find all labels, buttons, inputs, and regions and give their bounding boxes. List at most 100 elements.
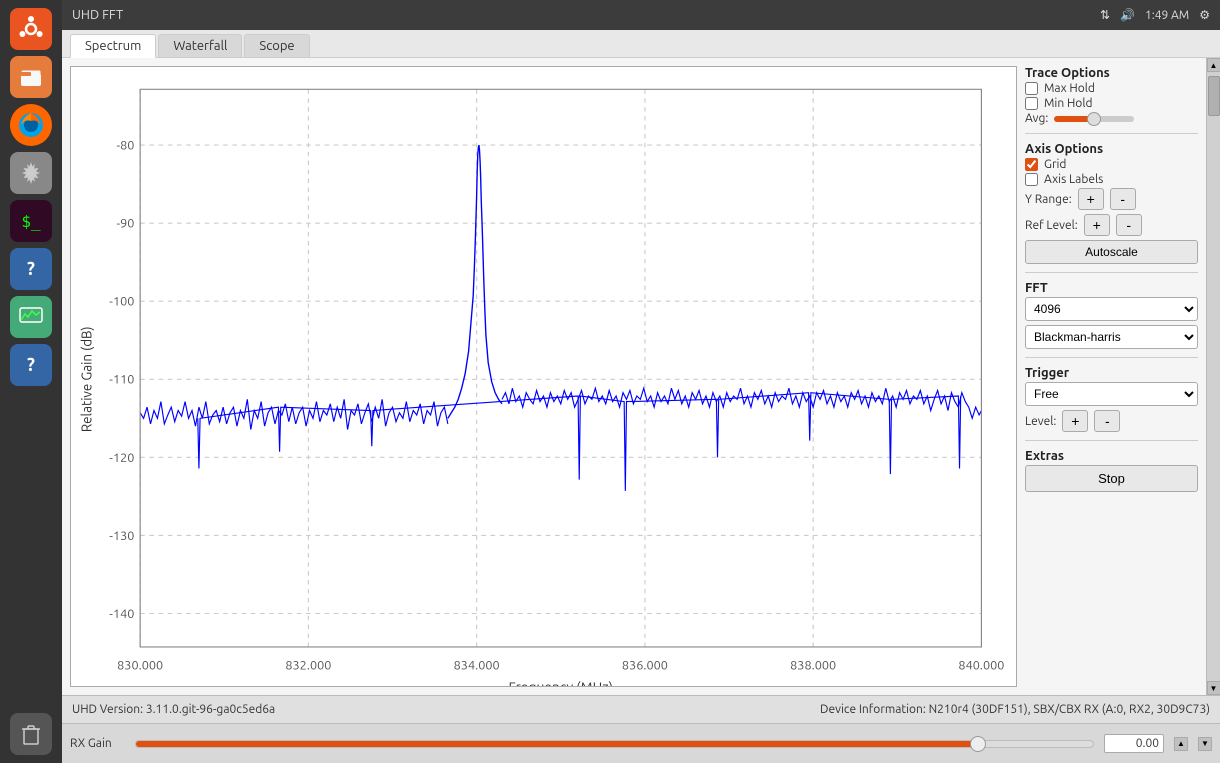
level-row: Level: + - bbox=[1025, 410, 1198, 432]
fft-section: FFT 4096 512 1024 2048 8192 16384 32768 … bbox=[1025, 281, 1198, 349]
max-hold-label: Max Hold bbox=[1044, 82, 1095, 95]
clock: 1:49 AM bbox=[1145, 9, 1189, 22]
volume-icon: 🔊 bbox=[1120, 8, 1135, 22]
avg-label: Avg: bbox=[1025, 112, 1048, 125]
tab-spectrum[interactable]: Spectrum bbox=[70, 34, 156, 58]
divider-2 bbox=[1025, 272, 1198, 273]
svg-text:832.000: 832.000 bbox=[285, 658, 331, 672]
rx-gain-value: 0.00 bbox=[1104, 734, 1164, 753]
fft-title: FFT bbox=[1025, 281, 1198, 295]
tab-scope[interactable]: Scope bbox=[244, 34, 309, 57]
scroll-down-button[interactable]: ▼ bbox=[1207, 681, 1220, 695]
divider-3 bbox=[1025, 357, 1198, 358]
y-range-minus-button[interactable]: - bbox=[1110, 188, 1136, 210]
trace-options-title: Trace Options bbox=[1025, 66, 1198, 80]
status-right: Device Information: N210r4 (30DF151), SB… bbox=[820, 703, 1210, 716]
settings-icon[interactable] bbox=[10, 152, 52, 194]
autoscale-button[interactable]: Autoscale bbox=[1025, 240, 1198, 264]
grid-checkbox[interactable] bbox=[1025, 158, 1038, 171]
level-plus-button[interactable]: + bbox=[1062, 410, 1088, 432]
axis-options-section: Axis Options Grid Axis Labels Y Range: +… bbox=[1025, 142, 1198, 264]
chart-area: Relative Gain (dB) bbox=[70, 66, 1017, 687]
svg-text:840.000: 840.000 bbox=[958, 658, 1004, 672]
trash-icon[interactable] bbox=[10, 713, 52, 755]
level-minus-button[interactable]: - bbox=[1094, 410, 1120, 432]
min-hold-label: Min Hold bbox=[1044, 97, 1093, 110]
avg-row: Avg: bbox=[1025, 112, 1198, 125]
svg-text:838.000: 838.000 bbox=[790, 658, 836, 672]
rx-gain-bar: RX Gain 0.00 ▲ ▼ bbox=[62, 723, 1220, 763]
axis-labels-checkbox[interactable] bbox=[1025, 173, 1038, 186]
max-hold-checkbox[interactable] bbox=[1025, 82, 1038, 95]
trigger-section: Trigger Free Auto Normal Tag Level: + - bbox=[1025, 366, 1198, 432]
help2-icon[interactable]: ? bbox=[10, 344, 52, 386]
avg-slider[interactable] bbox=[1054, 116, 1134, 122]
scroll-up-button[interactable]: ▲ bbox=[1207, 58, 1220, 72]
grid-label: Grid bbox=[1044, 158, 1066, 171]
svg-text:-130: -130 bbox=[109, 529, 134, 543]
stop-button[interactable]: Stop bbox=[1025, 465, 1198, 492]
files-icon[interactable] bbox=[10, 56, 52, 98]
svg-text:-90: -90 bbox=[116, 217, 134, 231]
fft-window-select[interactable]: Blackman-harris Hamming Hann Blackman Re… bbox=[1025, 325, 1198, 349]
right-panel: Trace Options Max Hold Min Hold Avg: bbox=[1021, 58, 1206, 695]
y-range-label: Y Range: bbox=[1025, 193, 1072, 206]
min-hold-row: Min Hold bbox=[1025, 97, 1198, 110]
svg-text:-120: -120 bbox=[109, 451, 134, 465]
scroll-thumb[interactable] bbox=[1208, 76, 1220, 116]
window-title: UHD FFT bbox=[72, 8, 123, 22]
extras-title: Extras bbox=[1025, 449, 1198, 463]
min-hold-checkbox[interactable] bbox=[1025, 97, 1038, 110]
ref-level-label: Ref Level: bbox=[1025, 219, 1078, 232]
axis-labels-row: Axis Labels bbox=[1025, 173, 1198, 186]
monitor-icon[interactable] bbox=[10, 296, 52, 338]
trace-options-section: Trace Options Max Hold Min Hold Avg: bbox=[1025, 66, 1198, 125]
svg-text:-110: -110 bbox=[109, 373, 134, 387]
ref-level-plus-button[interactable]: + bbox=[1084, 214, 1110, 236]
extras-section: Extras Stop bbox=[1025, 449, 1198, 492]
rx-gain-thumb[interactable] bbox=[970, 736, 986, 752]
app-window: Spectrum Waterfall Scope Relative Gain (… bbox=[62, 30, 1220, 763]
tabs: Spectrum Waterfall Scope bbox=[62, 30, 1220, 58]
y-range-plus-button[interactable]: + bbox=[1078, 188, 1104, 210]
trigger-mode-select[interactable]: Free Auto Normal Tag bbox=[1025, 382, 1198, 406]
rx-gain-label: RX Gain bbox=[70, 737, 125, 750]
chart-container: Relative Gain (dB) bbox=[62, 58, 1021, 695]
rx-gain-scroll-down[interactable]: ▼ bbox=[1198, 737, 1212, 751]
scrollbar: ▲ ▼ bbox=[1206, 58, 1220, 695]
gear-icon[interactable]: ⚙ bbox=[1199, 8, 1210, 22]
svg-text:830.000: 830.000 bbox=[117, 658, 163, 672]
tab-waterfall[interactable]: Waterfall bbox=[158, 34, 242, 57]
main-area: UHD FFT ⇅ 🔊 1:49 AM ⚙ Spectrum Waterfall… bbox=[62, 0, 1220, 763]
ubuntu-icon[interactable] bbox=[10, 8, 52, 50]
level-label: Level: bbox=[1025, 415, 1056, 428]
axis-options-title: Axis Options bbox=[1025, 142, 1198, 156]
grid-row: Grid bbox=[1025, 158, 1198, 171]
svg-text:-140: -140 bbox=[109, 607, 134, 621]
divider-4 bbox=[1025, 440, 1198, 441]
status-left: UHD Version: 3.11.0.git-96-ga0c5ed6a bbox=[72, 703, 275, 716]
max-hold-row: Max Hold bbox=[1025, 82, 1198, 95]
help-icon[interactable]: ? bbox=[10, 248, 52, 290]
firefox-icon[interactable] bbox=[10, 104, 52, 146]
svg-text:834.000: 834.000 bbox=[454, 658, 500, 672]
axis-labels-label: Axis Labels bbox=[1044, 173, 1103, 186]
topbar: UHD FFT ⇅ 🔊 1:49 AM ⚙ bbox=[62, 0, 1220, 30]
topbar-right: ⇅ 🔊 1:49 AM ⚙ bbox=[1100, 8, 1210, 22]
divider-1 bbox=[1025, 133, 1198, 134]
chart-svg: Relative Gain (dB) bbox=[71, 67, 1016, 686]
taskbar: $_ ? ? bbox=[0, 0, 62, 763]
rx-gain-scroll-up[interactable]: ▲ bbox=[1174, 737, 1188, 751]
terminal-icon[interactable]: $_ bbox=[10, 200, 52, 242]
rx-gain-track[interactable] bbox=[135, 740, 1094, 748]
y-range-row: Y Range: + - bbox=[1025, 188, 1198, 210]
network-icon: ⇅ bbox=[1100, 8, 1110, 22]
content: Relative Gain (dB) bbox=[62, 58, 1220, 695]
svg-text:836.000: 836.000 bbox=[622, 658, 668, 672]
ref-level-minus-button[interactable]: - bbox=[1116, 214, 1142, 236]
svg-text:Relative Gain (dB): Relative Gain (dB) bbox=[79, 326, 95, 432]
trigger-title: Trigger bbox=[1025, 366, 1198, 380]
svg-text:-80: -80 bbox=[116, 139, 134, 153]
fft-size-select[interactable]: 4096 512 1024 2048 8192 16384 32768 bbox=[1025, 297, 1198, 321]
svg-text:-100: -100 bbox=[109, 295, 134, 309]
